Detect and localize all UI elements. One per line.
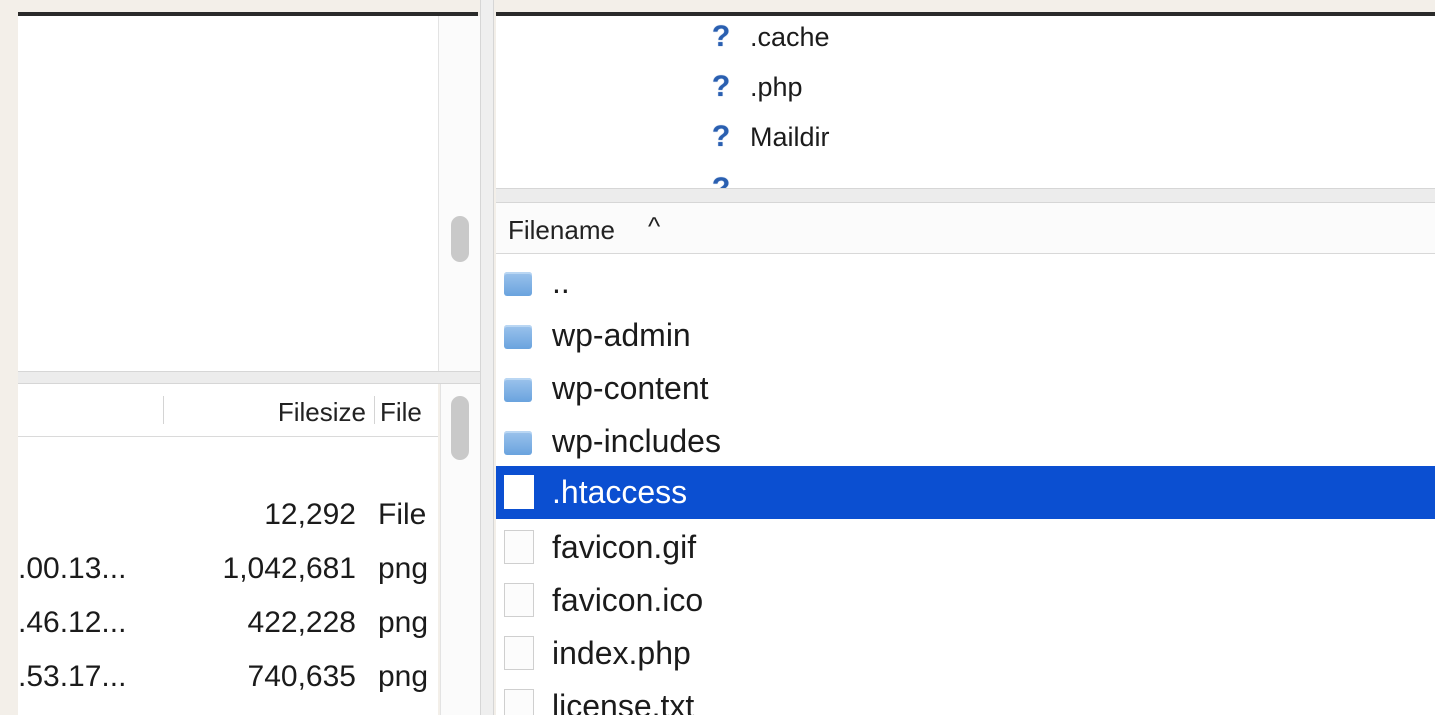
- folder-icon: [504, 272, 532, 296]
- list-item-name: favicon.ico: [552, 582, 704, 618]
- unknown-icon: ?: [711, 20, 731, 53]
- list-item[interactable]: wp-admin: [496, 309, 1435, 362]
- list-item-name: wp-includes: [552, 423, 721, 459]
- cell-filesize: 422,228: [247, 606, 356, 639]
- file-icon: [504, 636, 534, 670]
- table-row[interactable]: .00.13... 1,042,681 png: [18, 542, 438, 596]
- tree-item-label: .php: [750, 71, 803, 102]
- tree-item-partial[interactable]: ?: [706, 172, 736, 188]
- unknown-icon: ?: [711, 120, 731, 153]
- table-row[interactable]: 12,292 File: [18, 488, 438, 542]
- remote-file-list[interactable]: Filename ^ .. wp-admin wp-content wp-inc…: [496, 203, 1435, 715]
- cell-filesize: 12,292: [264, 498, 356, 531]
- folder-icon: [504, 431, 532, 455]
- list-item[interactable]: ..: [496, 256, 1435, 309]
- column-separator[interactable]: [163, 396, 164, 424]
- cell-modified: .53.17...: [18, 660, 127, 693]
- list-item-name: wp-content: [552, 370, 709, 406]
- list-item-selected[interactable]: .htaccess: [496, 466, 1435, 519]
- right-horizontal-splitter[interactable]: [496, 188, 1435, 203]
- cell-filetype: png: [378, 606, 429, 639]
- sort-ascending-icon[interactable]: ^: [648, 211, 660, 242]
- tree-item-label: Maildir: [750, 121, 830, 152]
- list-item[interactable]: license.txt: [496, 680, 1435, 715]
- folder-icon: [504, 378, 532, 402]
- column-header-filename[interactable]: Filename: [508, 215, 615, 246]
- cell-filesize: 1,042,681: [222, 552, 356, 585]
- tree-item[interactable]: ? Maildir: [706, 120, 830, 170]
- remote-directory-tree[interactable]: ? .cache ? .php ? Maildir ?: [496, 16, 1435, 188]
- list-item[interactable]: favicon.gif: [496, 521, 1435, 574]
- local-file-list[interactable]: Filesize File 12,292 File .00.13... 1,04…: [18, 384, 438, 715]
- tree-item[interactable]: ? .cache: [706, 20, 830, 70]
- list-item-name: favicon.gif: [552, 529, 697, 565]
- vertical-splitter[interactable]: [480, 0, 494, 715]
- remote-list-header: Filename ^: [496, 203, 1435, 254]
- list-item[interactable]: favicon.ico: [496, 574, 1435, 627]
- list-item-name: .htaccess: [552, 474, 688, 510]
- list-item[interactable]: wp-content: [496, 362, 1435, 415]
- unknown-icon: ?: [711, 70, 731, 103]
- column-header-filesize[interactable]: Filesize: [278, 397, 366, 428]
- cell-filesize: 740,635: [247, 660, 356, 693]
- cell-filetype: File: [378, 498, 427, 531]
- cell-filetype: png: [378, 552, 429, 585]
- table-row[interactable]: .53.17... 740,635 png: [18, 650, 438, 704]
- file-icon: [504, 530, 534, 564]
- tree-item[interactable]: ? .php: [706, 70, 803, 120]
- tree-item-label: .cache: [750, 21, 830, 52]
- cell-modified: .00.13...: [18, 552, 127, 585]
- cell-modified: .46.12...: [18, 606, 127, 639]
- list-item[interactable]: wp-includes: [496, 415, 1435, 468]
- list-item-name: index.php: [552, 635, 691, 671]
- list-item[interactable]: index.php: [496, 627, 1435, 680]
- local-list-header: Filesize File: [18, 384, 438, 437]
- file-icon: [504, 689, 534, 715]
- list-item-name: license.txt: [552, 688, 695, 715]
- table-row[interactable]: .46.12... 422,228 png: [18, 596, 438, 650]
- local-tree-scroll-thumb[interactable]: [451, 216, 469, 262]
- file-icon: [504, 475, 534, 509]
- list-item-name: wp-admin: [552, 317, 691, 353]
- local-directory-tree[interactable]: [18, 16, 438, 371]
- column-separator[interactable]: [374, 396, 375, 424]
- cell-filetype: png: [378, 660, 429, 693]
- local-list-scroll-thumb[interactable]: [451, 396, 469, 460]
- folder-icon: [504, 325, 532, 349]
- local-tree-scrollbar[interactable]: [438, 16, 481, 371]
- list-item-name: ..: [552, 264, 570, 300]
- local-list-scrollbar[interactable]: [440, 384, 481, 715]
- file-icon: [504, 583, 534, 617]
- unknown-icon: ?: [706, 172, 736, 188]
- column-header-filetype[interactable]: File: [380, 397, 422, 428]
- left-horizontal-splitter[interactable]: [18, 371, 480, 384]
